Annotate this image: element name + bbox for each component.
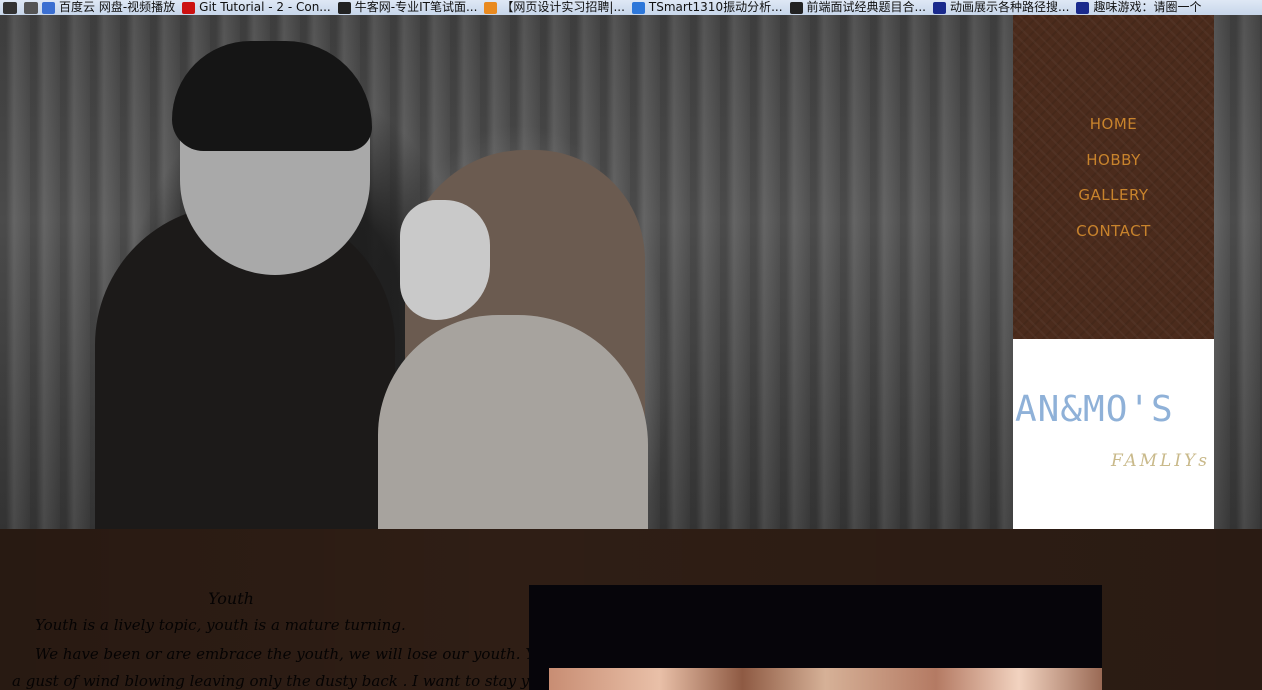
nav-list: HOME HOBBY GALLERY CONTACT xyxy=(1013,115,1214,257)
bookmarks-bar: 百度云 网盘-视频播放 Git Tutorial - 2 - Con... 牛客网-… xyxy=(0,0,1262,15)
logo-title: AN&MO'S xyxy=(1015,389,1174,430)
bookmark-list: 百度云 网盘-视频播放 Git Tutorial - 2 - Con... 牛客网-… xyxy=(42,0,1208,15)
bookmark-item[interactable]: 【网页设计实习招聘|... xyxy=(484,0,625,15)
nav-home-link[interactable]: HOME xyxy=(1013,115,1214,151)
nav-contact-link[interactable]: CONTACT xyxy=(1013,222,1214,258)
flag-icon xyxy=(932,1,946,14)
main-nav: HOME HOBBY GALLERY CONTACT xyxy=(1013,15,1214,339)
nav-hobby-link[interactable]: HOBBY xyxy=(1013,151,1214,187)
bookmark-item[interactable]: Git Tutorial - 2 - Con... xyxy=(182,0,331,15)
bookmark-item[interactable]: 趣味游戏：请圈一个 xyxy=(1076,0,1201,15)
article-line: a gust of wind blowing leaving only the … xyxy=(12,672,607,690)
logo-subtitle: FAMLIYs xyxy=(1111,451,1210,471)
bookmark-label: 百度云 网盘-视频播放 xyxy=(59,0,176,14)
nav-gallery-link[interactable]: GALLERY xyxy=(1013,186,1214,222)
newcoder-icon xyxy=(337,1,351,14)
page-icon[interactable] xyxy=(24,1,38,14)
bookmark-label: Git Tutorial - 2 - Con... xyxy=(199,0,331,14)
man-hair xyxy=(172,41,372,151)
bookmark-label: 动画展示各种路径搜... xyxy=(949,0,1070,14)
infinity-icon xyxy=(42,1,55,14)
bookmark-item[interactable]: 前端面试经典题目合... xyxy=(789,0,926,15)
shield-icon xyxy=(631,1,645,14)
bookmark-label: 趣味游戏：请圈一个 xyxy=(1093,0,1202,14)
article-line: Youth is a lively topic, youth is a matu… xyxy=(35,616,406,634)
bookmark-item[interactable]: TSmart1310振动分析... xyxy=(631,0,783,15)
logo-box: AN&MO'S FAMLIYs xyxy=(1013,339,1214,529)
video-frame xyxy=(549,668,1102,690)
bookmark-item[interactable]: 百度云 网盘-视频播放 xyxy=(42,0,175,15)
content-section: Youth Youth is a lively topic, youth is … xyxy=(0,529,1262,690)
newcoder-icon xyxy=(789,1,803,14)
bookmark-item[interactable]: 动画展示各种路径搜... xyxy=(932,0,1070,15)
flag-icon xyxy=(1076,1,1090,14)
article-title: Youth xyxy=(208,589,254,608)
bookmark-label: 牛客网-专业IT笔试面... xyxy=(354,0,478,14)
bookmark-label: 【网页设计实习招聘|... xyxy=(501,0,625,14)
user-icon[interactable] xyxy=(3,1,17,14)
bookmark-label: 前端面试经典题目合... xyxy=(806,0,926,14)
article: Youth Youth is a lively topic, youth is … xyxy=(0,587,618,690)
video-player[interactable] xyxy=(529,585,1102,690)
firefox-icon xyxy=(484,1,498,14)
article-line: We have been or are embrace the youth, w… xyxy=(35,645,618,663)
youtube-icon xyxy=(182,1,196,14)
bookmark-item[interactable]: 牛客网-专业IT笔试面... xyxy=(337,0,478,15)
bookmark-label: TSmart1310振动分析... xyxy=(648,0,783,14)
